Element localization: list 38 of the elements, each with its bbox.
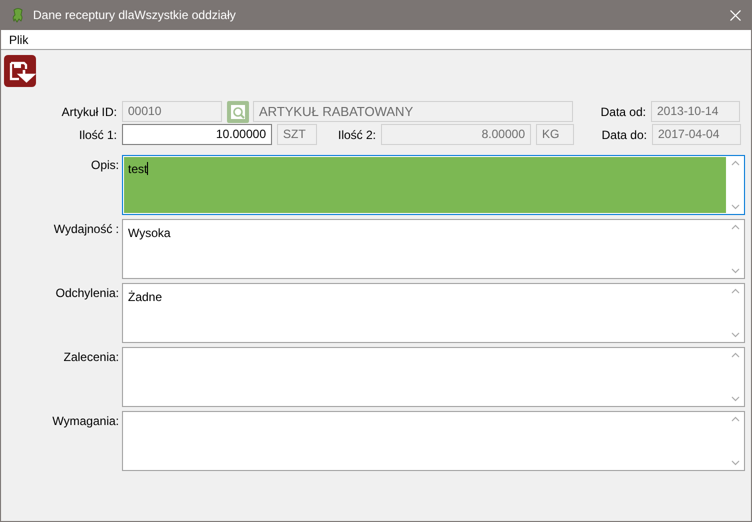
text-value: Żadne xyxy=(128,290,162,304)
window-title: Dane receptury dlaWszystkie oddziały xyxy=(33,8,237,22)
unit-field: SZT xyxy=(277,124,317,145)
field-label: Wydajność : xyxy=(52,221,119,238)
scroll-down-icon[interactable] xyxy=(731,204,740,210)
search-icon[interactable] xyxy=(227,100,249,122)
field-label: Data od: xyxy=(600,104,646,118)
name-field: ARTYKUŁ RABATOWANY xyxy=(253,101,573,122)
quantity-field[interactable]: 10.00000 xyxy=(122,124,272,145)
field-label: Artykuł ID: xyxy=(60,104,117,118)
scroll-up-icon[interactable] xyxy=(731,352,740,358)
field-label: Odchylenia: xyxy=(54,285,119,302)
text-area[interactable] xyxy=(122,347,745,407)
scroll-down-icon[interactable] xyxy=(731,268,740,274)
scroll-up-icon[interactable] xyxy=(731,288,740,294)
menu-item[interactable]: Plik xyxy=(8,32,30,46)
text-area[interactable]: Wysoka xyxy=(122,219,745,279)
text-value: test xyxy=(128,162,148,176)
text-area[interactable]: test xyxy=(122,155,745,215)
app-icon xyxy=(11,7,25,23)
scroll-down-icon[interactable] xyxy=(731,396,740,402)
field-label: Ilość 2: xyxy=(336,128,376,142)
field-label: Wymagania: xyxy=(51,413,119,430)
scroll-down-icon[interactable] xyxy=(731,332,740,338)
close-icon[interactable] xyxy=(730,10,741,20)
scroll-up-icon[interactable] xyxy=(731,416,740,422)
unit-field: KG xyxy=(536,124,574,145)
text-area[interactable] xyxy=(122,411,745,471)
field-label: Opis: xyxy=(90,157,119,174)
text-value: Wysoka xyxy=(128,226,171,240)
scroll-up-icon[interactable] xyxy=(731,160,740,166)
scroll-down-icon[interactable] xyxy=(731,460,740,466)
scroll-up-icon[interactable] xyxy=(731,224,740,230)
field-label: Ilość 1: xyxy=(78,128,117,142)
field-label: Zalecenia: xyxy=(62,349,119,366)
save-icon[interactable] xyxy=(4,55,36,87)
field-label: Data do: xyxy=(600,128,647,142)
text-area[interactable]: Żadne xyxy=(122,283,745,343)
